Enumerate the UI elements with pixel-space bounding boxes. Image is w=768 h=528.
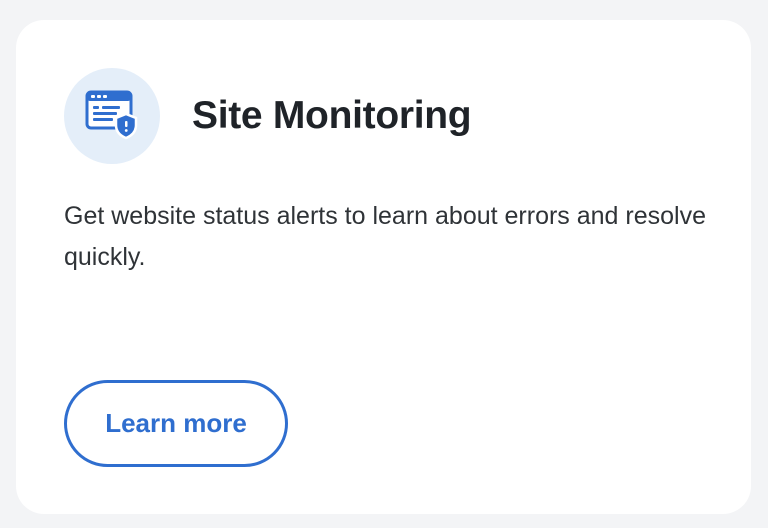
learn-more-button[interactable]: Learn more: [64, 380, 288, 467]
site-monitoring-card: Site Monitoring Get website status alert…: [16, 20, 751, 514]
browser-shield-icon: [82, 84, 142, 149]
card-description: Get website status alerts to learn about…: [64, 202, 706, 271]
card-title: Site Monitoring: [192, 94, 472, 137]
icon-circle: [64, 68, 160, 164]
